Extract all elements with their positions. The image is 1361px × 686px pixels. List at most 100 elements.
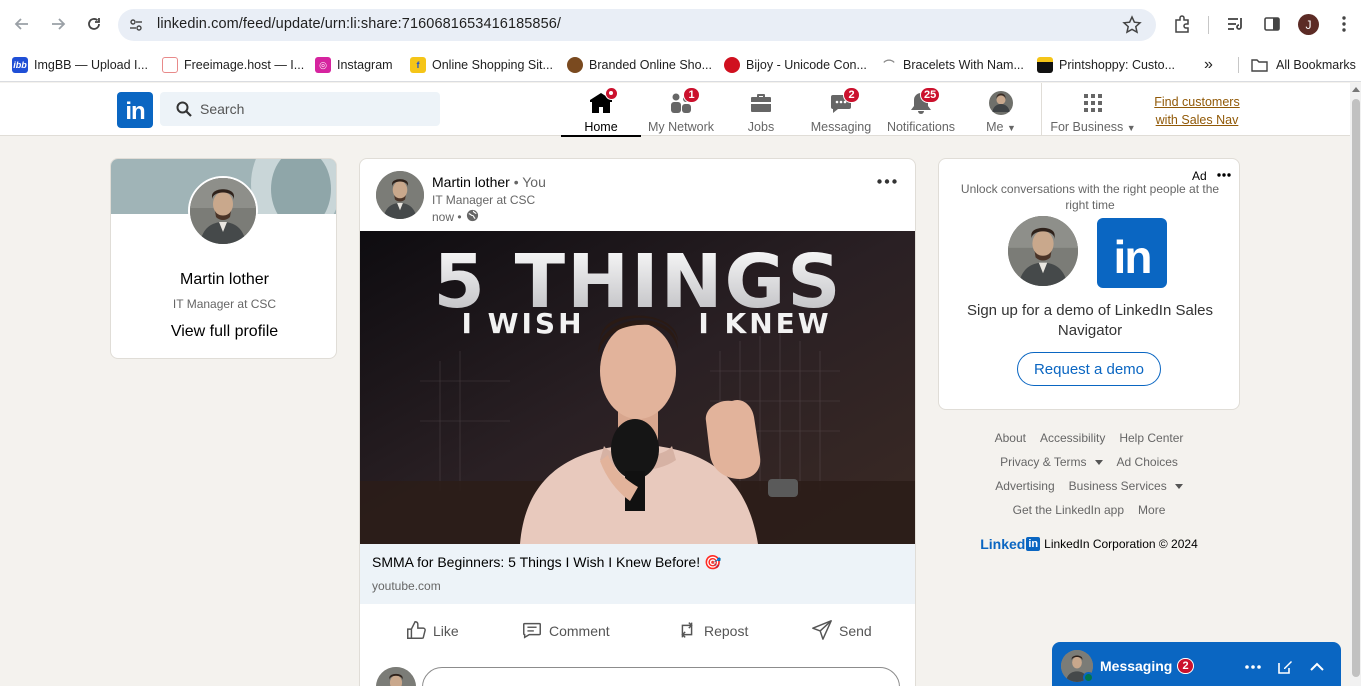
post-author-name[interactable]: Martin lother • You [432, 174, 546, 190]
messaging-options-icon[interactable] [1240, 654, 1266, 680]
nav-for-business[interactable]: For Business ▼ [1050, 88, 1136, 136]
commenter-avatar [376, 667, 416, 686]
ad-card: Ad Unlock conversations with the right p… [938, 158, 1240, 410]
caret-down-icon [1174, 483, 1183, 489]
wordmark-in: in [1026, 537, 1041, 551]
globe-icon [466, 209, 479, 225]
bracelet-icon: ⌒ [881, 57, 897, 73]
post-options-icon[interactable] [872, 171, 902, 191]
footer-more-link[interactable]: More [1138, 503, 1165, 517]
avatar [988, 90, 1014, 116]
url-text[interactable]: linkedin.com/feed/update/urn:li:share:71… [157, 16, 561, 32]
comment-button[interactable]: Comment [521, 617, 610, 645]
repost-icon [676, 619, 698, 644]
bookmark-label: Bracelets With Nam... [903, 58, 1024, 72]
footer-accessibility-link[interactable]: Accessibility [1040, 431, 1105, 445]
ad-description: Unlock conversations with the right peop… [960, 182, 1220, 212]
footer-business-dropdown[interactable]: Business Services [1069, 479, 1183, 493]
nav-me[interactable]: Me ▼ [961, 88, 1041, 136]
search-bar[interactable] [160, 92, 440, 126]
request-demo-button[interactable]: Request a demo [1017, 352, 1161, 386]
nav-label: My Network [648, 120, 714, 134]
toolbar-divider [1208, 16, 1209, 34]
footer-advertising-link[interactable]: Advertising [995, 479, 1054, 493]
linkedin-logo[interactable]: in [117, 92, 153, 128]
ad-headline: Sign up for a demo of LinkedIn Sales Nav… [967, 302, 1213, 339]
video-thumbnail[interactable]: 5 THINGS I WISH I KNEW [360, 231, 915, 544]
address-bar[interactable]: linkedin.com/feed/update/urn:li:share:71… [118, 9, 1156, 41]
online-status-dot [1083, 672, 1094, 683]
folder-icon [1251, 58, 1268, 72]
bookmark-item[interactable]: Freeimage.host — I... [162, 54, 304, 76]
nav-jobs[interactable]: Jobs [721, 88, 801, 136]
bookmark-star-icon[interactable] [1122, 15, 1142, 35]
sales-nav-promo-link[interactable]: Find customers with Sales Nav [1150, 93, 1244, 129]
browser-profile-avatar[interactable]: J [1298, 14, 1319, 35]
nav-messaging[interactable]: 2 Messaging [801, 87, 881, 136]
bookmark-item[interactable]: f Online Shopping Sit... [410, 54, 553, 76]
scroll-up-arrow-icon[interactable] [1352, 87, 1360, 92]
profile-avatar[interactable] [188, 176, 258, 246]
view-full-profile-link[interactable]: View full profile [111, 323, 336, 341]
post-author-avatar[interactable] [376, 171, 424, 219]
like-icon [405, 619, 427, 644]
all-bookmarks-label: All Bookmarks [1276, 58, 1356, 72]
bijoy-icon [724, 57, 740, 73]
footer-ad-choices-link[interactable]: Ad Choices [1117, 455, 1178, 469]
bookmark-item[interactable]: Bijoy - Unicode Con... [724, 54, 867, 76]
linkedin-wordmark: Linked in [980, 536, 1041, 552]
link-preview-domain: youtube.com [372, 579, 441, 593]
send-button[interactable]: Send [811, 617, 872, 645]
footer-app-link[interactable]: Get the LinkedIn app [1013, 503, 1124, 517]
nav-notifications[interactable]: 25 Notifications [881, 87, 961, 136]
search-input[interactable] [200, 99, 430, 119]
browser-menu-icon[interactable] [1332, 12, 1356, 36]
more-bookmarks-icon[interactable]: » [1204, 54, 1213, 76]
scrollbar-thumb[interactable] [1352, 99, 1360, 677]
post-card: Martin lother • You IT Manager at CSC no… [359, 158, 916, 686]
bookmark-item[interactable]: Printshoppy: Custo... [1037, 54, 1175, 76]
bookmark-item[interactable]: ⌒ Bracelets With Nam... [881, 54, 1024, 76]
promo-line: with Sales Nav [1155, 113, 1239, 127]
forward-icon[interactable] [46, 12, 70, 36]
bookmark-label: ImgBB — Upload I... [34, 58, 148, 72]
page-scrollbar[interactable] [1350, 83, 1361, 686]
bookmarks-divider [1238, 57, 1239, 73]
caret-down-icon [1094, 459, 1103, 465]
ad-member-avatar [1008, 216, 1078, 286]
footer-privacy-dropdown[interactable]: Privacy & Terms [1000, 455, 1103, 469]
link-preview[interactable]: SMMA for Beginners: 5 Things I Wish I Kn… [360, 544, 915, 604]
nav-home[interactable]: Home [561, 87, 641, 137]
linkedin-global-nav: in Home 1 My Network Jobs 2 Messaging [0, 83, 1350, 137]
profile-name[interactable]: Martin lother [111, 271, 336, 289]
like-label: Like [433, 623, 459, 639]
nav-label: For Business [1050, 120, 1124, 134]
like-button[interactable]: Like [405, 617, 459, 645]
for-business-menu: For Business ▼ [1050, 120, 1135, 134]
back-icon[interactable] [10, 12, 34, 36]
reload-icon[interactable] [82, 12, 106, 36]
side-panel-icon[interactable] [1260, 12, 1284, 36]
repost-button[interactable]: Repost [676, 617, 748, 645]
compose-message-icon[interactable] [1272, 654, 1298, 680]
chevron-up-icon[interactable] [1304, 654, 1330, 680]
comment-input[interactable] [422, 667, 900, 686]
nav-my-network[interactable]: 1 My Network [641, 87, 721, 136]
messaging-dock[interactable]: Messaging 2 [1052, 642, 1341, 686]
thumbnail-subtitle: I WISH [461, 307, 584, 340]
footer-about-link[interactable]: About [995, 431, 1026, 445]
site-settings-icon[interactable] [126, 15, 146, 35]
bookmark-item[interactable]: ibb ImgBB — Upload I... [12, 54, 148, 76]
bookmark-label: Branded Online Sho... [589, 58, 712, 72]
bookmark-item[interactable]: ◎ Instagram [315, 54, 393, 76]
bookmark-label: Online Shopping Sit... [432, 58, 553, 72]
count-badge: 25 [920, 87, 941, 103]
all-bookmarks-button[interactable]: All Bookmarks [1251, 54, 1356, 76]
media-control-icon[interactable] [1223, 12, 1247, 36]
bookmark-item[interactable]: Branded Online Sho... [567, 54, 712, 76]
post-timestamp: now • [432, 209, 479, 225]
author-name-text: Martin lother [432, 174, 510, 190]
footer-help-link[interactable]: Help Center [1119, 431, 1183, 445]
post-actions-bar: Like Comment Repost Send [360, 611, 915, 651]
extensions-icon[interactable] [1170, 12, 1194, 36]
